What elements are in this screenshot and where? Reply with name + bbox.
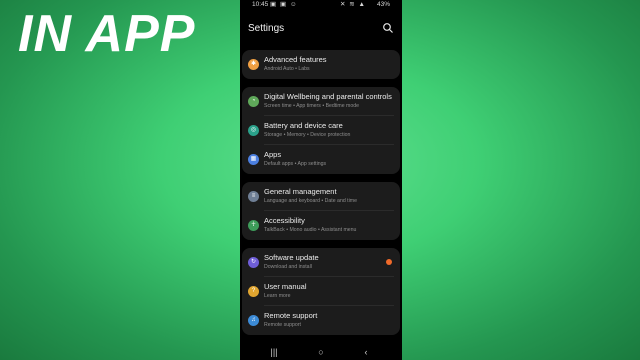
- apps-grid-icon: ▦: [248, 154, 259, 165]
- notification-icons: ▣ ▣ ☺: [270, 1, 298, 8]
- home-button[interactable]: ○: [314, 346, 328, 358]
- wellbeing-icon: ◔: [248, 96, 259, 107]
- signal-icons: ✕ ≋ ▲: [340, 1, 366, 8]
- app-bar: Settings: [240, 18, 402, 40]
- settings-item-battery-device-care[interactable]: ◎ Battery and device care Storage • Memo…: [242, 116, 400, 145]
- star-gear-icon: ✱: [248, 59, 259, 70]
- settings-item-label: Advanced features: [264, 55, 327, 64]
- phone-screen: 10:45 ▣ ▣ ☺ ✕ ≋ ▲ 43% Settings ✱ Advance…: [240, 0, 402, 360]
- settings-item-remote-support[interactable]: ♫ Remote support Remote support: [242, 306, 400, 335]
- battery-percent: 43%: [376, 1, 390, 8]
- settings-item-subtitle: Storage • Memory • Device protection: [264, 132, 351, 138]
- settings-item-apps[interactable]: ▦ Apps Default apps • App settings: [242, 145, 400, 174]
- status-time: 10:45: [252, 1, 269, 8]
- settings-item-subtitle: TalkBack • Mono audio • Assistant menu: [264, 227, 357, 233]
- manual-icon: ?: [248, 286, 259, 297]
- settings-item-label: Apps: [264, 150, 282, 159]
- settings-item-advanced-features[interactable]: ✱ Advanced features Android Auto • Labs: [242, 50, 400, 79]
- settings-card: ◔ Digital Wellbeing and parental control…: [242, 87, 400, 174]
- settings-item-label: Remote support: [264, 311, 318, 320]
- settings-item-software-update[interactable]: ↻ Software update Download and install: [242, 248, 400, 277]
- settings-item-subtitle: Language and keyboard • Date and time: [264, 198, 357, 204]
- settings-card: ↻ Software update Download and install ?…: [242, 248, 400, 335]
- settings-item-subtitle: Default apps • App settings: [264, 161, 327, 167]
- settings-item-subtitle: Android Auto • Labs: [264, 66, 310, 72]
- settings-item-digital-wellbeing[interactable]: ◔ Digital Wellbeing and parental control…: [242, 87, 400, 116]
- settings-item-label: Digital Wellbeing and parental controls: [264, 92, 392, 101]
- accessibility-icon: ☥: [248, 220, 259, 231]
- search-icon[interactable]: [382, 22, 394, 34]
- settings-item-label: Software update: [264, 253, 319, 262]
- settings-item-label: User manual: [264, 282, 307, 291]
- settings-item-label: Battery and device care: [264, 121, 343, 130]
- sliders-icon: ≡: [248, 191, 259, 202]
- update-badge-dot: [386, 259, 392, 265]
- settings-item-subtitle: Learn more: [264, 293, 291, 299]
- settings-card: ✱ Advanced features Android Auto • Labs: [242, 50, 400, 79]
- settings-item-label: General management: [264, 187, 337, 196]
- settings-card: ≡ General management Language and keyboa…: [242, 182, 400, 240]
- settings-item-general-management[interactable]: ≡ General management Language and keyboa…: [242, 182, 400, 211]
- settings-item-label: Accessibility: [264, 216, 305, 225]
- in-app-banner: IN APP: [18, 5, 196, 63]
- page-title: Settings: [248, 23, 285, 34]
- navigation-bar: ||| ○ ‹: [240, 344, 402, 360]
- recents-button[interactable]: |||: [267, 346, 281, 358]
- remote-support-icon: ♫: [248, 315, 259, 326]
- software-update-icon: ↻: [248, 257, 259, 268]
- status-bar: 10:45 ▣ ▣ ☺ ✕ ≋ ▲ 43%: [240, 0, 402, 10]
- settings-item-subtitle: Screen time • App timers • Bedtime mode: [264, 103, 360, 109]
- settings-item-user-manual[interactable]: ? User manual Learn more: [242, 277, 400, 306]
- back-button[interactable]: ‹: [359, 346, 373, 358]
- settings-item-subtitle: Download and install: [264, 264, 312, 270]
- device-care-icon: ◎: [248, 125, 259, 136]
- settings-item-accessibility[interactable]: ☥ Accessibility TalkBack • Mono audio • …: [242, 211, 400, 240]
- settings-item-subtitle: Remote support: [264, 322, 301, 328]
